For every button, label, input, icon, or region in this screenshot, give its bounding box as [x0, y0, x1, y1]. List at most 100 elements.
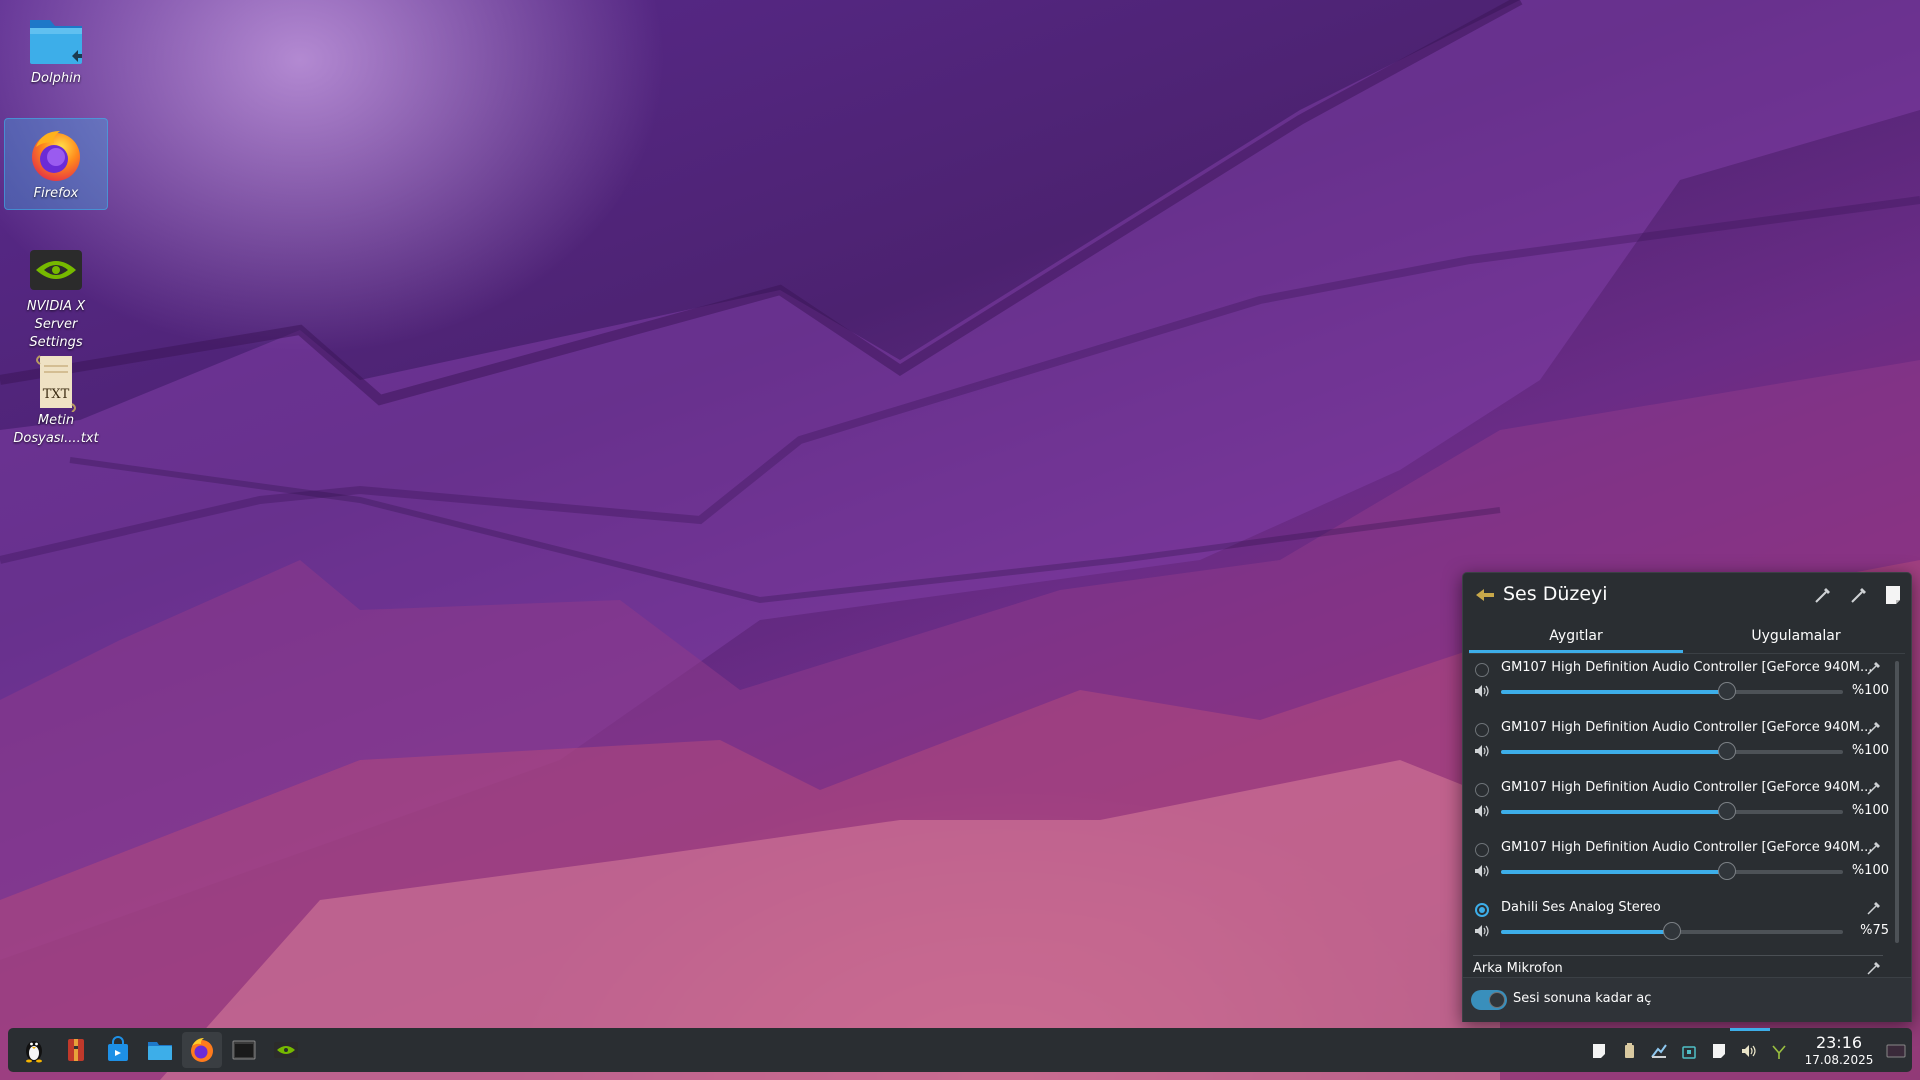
- default-device-radio[interactable]: [1475, 723, 1489, 737]
- clipboard-icon[interactable]: [1590, 1042, 1608, 1060]
- volume-slider[interactable]: [1501, 682, 1843, 700]
- volume-percent: %75: [1860, 923, 1889, 938]
- toggle-knob: [1489, 992, 1505, 1008]
- speaker-icon[interactable]: [1473, 922, 1491, 940]
- raise-max-volume-label: Sesi sonuna kadar aç: [1513, 991, 1652, 1006]
- taskbar: 23:16 17.08.2025: [8, 1028, 1912, 1072]
- volume-slider[interactable]: [1501, 802, 1843, 820]
- popup-footer: Sesi sonuna kadar aç: [1463, 977, 1911, 1022]
- taskbar-nvidia-settings[interactable]: [266, 1032, 306, 1068]
- volume-slider-fill: [1501, 870, 1727, 874]
- updates-icon[interactable]: [1770, 1042, 1788, 1060]
- taskbar-firefox[interactable]: [182, 1032, 222, 1068]
- volume-percent: %100: [1851, 683, 1889, 698]
- mic-menu-icon[interactable]: [1865, 959, 1883, 975]
- network-icon[interactable]: [1650, 1042, 1668, 1060]
- volume-slider-handle[interactable]: [1717, 742, 1736, 760]
- desktop-icon-label: NVIDIA X Server Settings: [26, 299, 86, 350]
- volume-slider-handle[interactable]: [1717, 682, 1736, 700]
- device-menu-icon[interactable]: [1865, 839, 1883, 857]
- device-name: Dahili Ses Analog Stereo: [1501, 900, 1661, 915]
- volume-icon[interactable]: [1740, 1042, 1758, 1060]
- desktop-icon-firefox[interactable]: Firefox: [4, 118, 108, 210]
- volume-slider-handle[interactable]: [1663, 922, 1681, 940]
- notes-icon[interactable]: [1710, 1042, 1728, 1060]
- device-row: GM107 High Definition Audio Controller […: [1463, 835, 1901, 895]
- taskbar-discover[interactable]: [98, 1032, 138, 1068]
- section-divider: [1473, 955, 1883, 956]
- default-device-radio[interactable]: [1475, 663, 1489, 677]
- speaker-icon[interactable]: [1473, 742, 1491, 760]
- folder-icon: [26, 10, 86, 70]
- desktop-icon-label: Metin Dosyası....txt: [13, 413, 99, 446]
- taskbar-terminal[interactable]: [224, 1032, 264, 1068]
- device-menu-icon[interactable]: [1865, 899, 1883, 917]
- volume-percent: %100: [1851, 743, 1889, 758]
- tab-devices[interactable]: Aygıtlar: [1469, 621, 1683, 653]
- volume-slider-fill: [1501, 750, 1727, 754]
- device-name: GM107 High Definition Audio Controller […: [1501, 780, 1871, 795]
- volume-slider-handle[interactable]: [1717, 862, 1736, 880]
- discover-icon: [108, 1036, 128, 1061]
- battery-icon[interactable]: [1620, 1042, 1638, 1060]
- volume-slider-handle[interactable]: [1717, 802, 1736, 820]
- desktop-icon-label: Firefox: [33, 186, 79, 201]
- taskbar-archive-manager[interactable]: [56, 1032, 96, 1068]
- clock-time: 23:16: [1815, 1033, 1863, 1052]
- speaker-icon[interactable]: [1473, 682, 1491, 700]
- device-name: GM107 High Definition Audio Controller […: [1501, 720, 1871, 735]
- audio-volume-popup: Ses Düzeyi Aygıtlar Uygulamalar GM107 Hi…: [1462, 572, 1912, 1022]
- popup-title: Ses Düzeyi: [1503, 583, 1608, 605]
- clock-date: 17.08.2025: [1804, 1053, 1874, 1067]
- volume-slider[interactable]: [1501, 922, 1843, 940]
- popup-header: Ses Düzeyi: [1463, 573, 1911, 617]
- device-menu-icon[interactable]: [1865, 779, 1883, 797]
- default-device-radio[interactable]: [1475, 783, 1489, 797]
- text-file-icon: TXT: [26, 352, 86, 413]
- settings-icon[interactable]: [1847, 583, 1871, 607]
- speaker-icon[interactable]: [1473, 802, 1491, 820]
- raise-max-volume-toggle[interactable]: [1471, 990, 1507, 1010]
- device-row: Dahili Ses Analog Stereo %75: [1463, 895, 1901, 955]
- volume-percent: %100: [1851, 863, 1889, 878]
- volume-percent: %100: [1851, 803, 1889, 818]
- default-device-radio[interactable]: [1475, 903, 1489, 917]
- taskbar-dolphin[interactable]: [140, 1032, 180, 1068]
- device-row: GM107 High Definition Audio Controller […: [1463, 715, 1901, 775]
- tab-applications[interactable]: Uygulamalar: [1689, 621, 1903, 653]
- tab-bar: Aygıtlar Uygulamalar: [1469, 621, 1905, 654]
- pin-icon[interactable]: [1881, 583, 1905, 607]
- vaults-icon[interactable]: [1680, 1042, 1698, 1060]
- desktop-icon-nvidia-settings[interactable]: NVIDIA X Server Settings: [4, 232, 108, 350]
- firefox-icon: [26, 125, 86, 185]
- scrollbar-thumb[interactable]: [1895, 661, 1899, 943]
- desktop-icon-text-file[interactable]: TXT Metin Dosyası....txt: [4, 346, 108, 456]
- firefox-icon: [191, 1038, 213, 1062]
- device-menu-icon[interactable]: [1865, 719, 1883, 737]
- configure-icon[interactable]: [1811, 583, 1835, 607]
- speaker-icon[interactable]: [1473, 862, 1491, 880]
- start-menu-button[interactable]: [14, 1032, 54, 1068]
- terminal-icon: [232, 1040, 256, 1060]
- list-scrollbar[interactable]: [1895, 655, 1901, 945]
- folder-icon: [148, 1042, 172, 1060]
- svg-text:TXT: TXT: [43, 387, 70, 402]
- section-label-mic: Arka Mikrofon: [1473, 961, 1563, 975]
- volume-slider[interactable]: [1501, 862, 1843, 880]
- desktop-icon-dolphin[interactable]: Dolphin: [4, 4, 108, 100]
- digital-clock[interactable]: 23:16 17.08.2025: [1790, 1034, 1888, 1068]
- volume-slider[interactable]: [1501, 742, 1843, 760]
- device-list: GM107 High Definition Audio Controller […: [1463, 655, 1901, 975]
- tux-icon: [26, 1041, 42, 1063]
- device-row: GM107 High Definition Audio Controller […: [1463, 775, 1901, 835]
- show-desktop-icon[interactable]: [1886, 1042, 1906, 1060]
- device-menu-icon[interactable]: [1865, 659, 1883, 677]
- device-name: GM107 High Definition Audio Controller […: [1501, 840, 1871, 855]
- desktop-icon-label: Dolphin: [31, 71, 81, 86]
- device-name: GM107 High Definition Audio Controller […: [1501, 660, 1871, 675]
- volume-slider-fill: [1501, 810, 1727, 814]
- nvidia-icon: [26, 238, 86, 298]
- default-device-radio[interactable]: [1475, 843, 1489, 857]
- volume-slider-fill: [1501, 930, 1672, 934]
- archive-icon: [68, 1039, 84, 1061]
